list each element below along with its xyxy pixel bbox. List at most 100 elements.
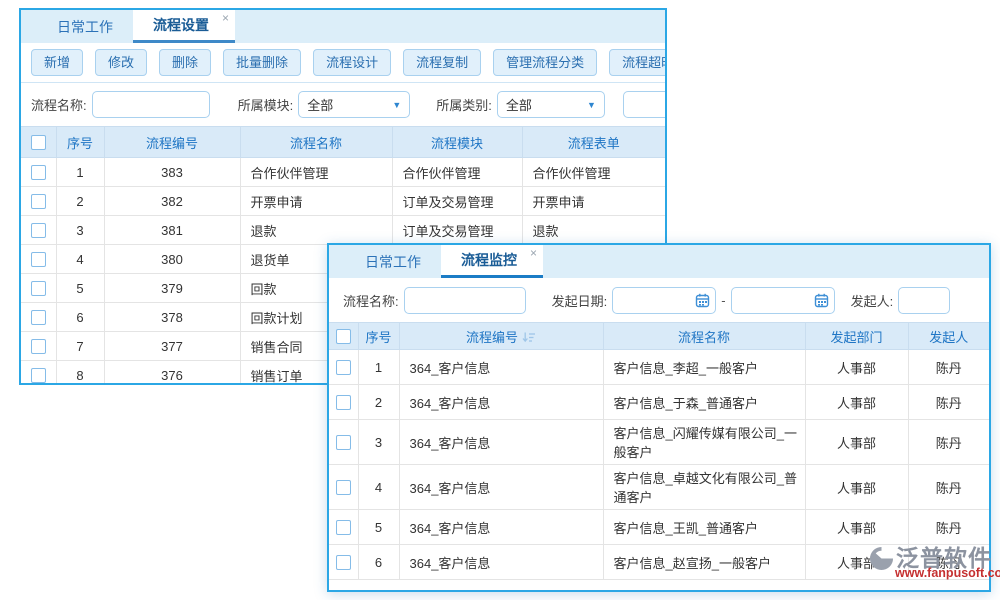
cell-process-name: 开票申请 <box>240 187 392 216</box>
col-process-module: 流程模块 <box>392 127 522 158</box>
col-process-no-label: 流程编号 <box>466 330 518 345</box>
cell-process-no: 364_客户信息 <box>399 420 603 465</box>
row-checkbox[interactable] <box>336 360 351 375</box>
cell-process-name: 客户信息_赵宣扬_一般客户 <box>603 545 805 580</box>
tab-label: 流程设置 <box>153 15 209 35</box>
cell-process-module: 订单及交易管理 <box>392 187 522 216</box>
date-range-separator: - <box>721 293 725 308</box>
cell-init-dept: 人事部 <box>805 350 908 385</box>
row-checkbox[interactable] <box>31 194 46 209</box>
cell-process-no: 379 <box>104 274 240 303</box>
row-checkbox[interactable] <box>336 520 351 535</box>
row-checkbox[interactable] <box>31 281 46 296</box>
batch-delete-button[interactable]: 批量删除 <box>223 49 301 76</box>
col-init-dept: 发起部门 <box>805 323 908 350</box>
tab-daily-work[interactable]: 日常工作 <box>37 10 133 43</box>
chevron-down-icon: ▼ <box>587 100 596 110</box>
col-process-name: 流程名称 <box>603 323 805 350</box>
category-select[interactable]: 全部 ▼ <box>497 91 605 118</box>
row-checkbox[interactable] <box>31 310 46 325</box>
table-row: 3 364_客户信息 客户信息_闪耀传媒有限公司_一般客户 人事部 陈丹 <box>329 420 989 465</box>
row-checkbox[interactable] <box>336 435 351 450</box>
process-name-input[interactable] <box>404 287 526 314</box>
date-from-field[interactable] <box>612 287 716 314</box>
cell-seq: 4 <box>56 245 104 274</box>
row-checkbox[interactable] <box>31 165 46 180</box>
table-row: 2 382 开票申请 订单及交易管理 开票申请 <box>21 187 665 216</box>
row-checkbox[interactable] <box>31 223 46 238</box>
chevron-down-icon: ▼ <box>392 100 401 110</box>
cell-process-no: 376 <box>104 361 240 386</box>
module-select-value: 全部 <box>307 95 333 114</box>
tab-process-settings[interactable]: 流程设置 × <box>133 10 235 43</box>
cell-seq: 3 <box>358 420 399 465</box>
row-checkbox[interactable] <box>31 252 46 267</box>
tab-process-monitor[interactable]: 流程监控 × <box>441 245 543 278</box>
cell-process-no: 364_客户信息 <box>399 510 603 545</box>
select-all-cell <box>329 323 358 350</box>
cell-process-no: 381 <box>104 216 240 245</box>
add-button[interactable]: 新增 <box>31 49 83 76</box>
calendar-icon[interactable] <box>814 293 829 313</box>
cell-process-no: 382 <box>104 187 240 216</box>
cell-initiator: 陈丹 <box>908 350 989 385</box>
col-initiator: 发起人 <box>908 323 989 350</box>
start-date-label: 发起日期: <box>552 291 608 310</box>
table-row: 5 364_客户信息 客户信息_王凯_普通客户 人事部 陈丹 <box>329 510 989 545</box>
cell-process-form: 开票申请 <box>522 187 665 216</box>
category-select-value: 全部 <box>506 95 532 114</box>
row-checkbox[interactable] <box>336 555 351 570</box>
cell-seq: 1 <box>358 350 399 385</box>
cell-process-name: 退款 <box>240 216 392 245</box>
process-name-input[interactable] <box>92 91 210 118</box>
col-process-name: 流程名称 <box>240 127 392 158</box>
watermark-url: www.fanpusoft.com <box>895 567 1000 580</box>
row-checkbox[interactable] <box>31 368 46 383</box>
manage-process-category-button[interactable]: 管理流程分类 <box>493 49 597 76</box>
select-all-checkbox[interactable] <box>31 135 46 150</box>
cell-process-no: 383 <box>104 158 240 187</box>
close-icon[interactable]: × <box>222 12 229 24</box>
process-monitor-window: 日常工作 流程监控 × 流程名称: 发起日期: - 发起人: 序号 流程编号 流… <box>327 243 991 592</box>
date-to-field[interactable] <box>731 287 835 314</box>
tab-label: 流程监控 <box>461 250 517 270</box>
cell-seq: 6 <box>56 303 104 332</box>
col-seq: 序号 <box>358 323 399 350</box>
row-checkbox[interactable] <box>336 395 351 410</box>
tab-daily-work[interactable]: 日常工作 <box>345 245 441 278</box>
cell-seq: 1 <box>56 158 104 187</box>
back-tabbar: 日常工作 流程设置 × <box>21 10 665 43</box>
process-name-label: 流程名称: <box>31 95 87 114</box>
row-checkbox[interactable] <box>31 339 46 354</box>
col-process-no: 流程编号 <box>399 323 603 350</box>
cell-seq: 3 <box>56 216 104 245</box>
cell-process-form: 退款 <box>522 216 665 245</box>
cell-seq: 8 <box>56 361 104 386</box>
cell-initiator: 陈丹 <box>908 385 989 420</box>
initiator-input[interactable] <box>898 287 950 314</box>
calendar-icon[interactable] <box>695 293 710 313</box>
select-all-checkbox[interactable] <box>336 329 351 344</box>
module-label: 所属模块: <box>238 95 294 114</box>
modify-button[interactable]: 修改 <box>95 49 147 76</box>
close-icon[interactable]: × <box>530 247 537 259</box>
process-monitor-table: 序号 流程编号 流程名称 发起部门 发起人 1 364_客户信息 客户信息_李超… <box>329 322 989 580</box>
cell-process-no: 380 <box>104 245 240 274</box>
fanpu-logo-icon <box>869 546 894 571</box>
cell-process-module: 订单及交易管理 <box>392 216 522 245</box>
process-timeout-button[interactable]: 流程超时提 <box>609 49 667 76</box>
category-label: 所属类别: <box>436 95 492 114</box>
module-select[interactable]: 全部 ▼ <box>298 91 410 118</box>
row-checkbox[interactable] <box>336 480 351 495</box>
sort-icon[interactable] <box>522 331 536 346</box>
process-copy-button[interactable]: 流程复制 <box>403 49 481 76</box>
extra-filter-input[interactable] <box>623 91 667 118</box>
cell-process-no: 364_客户信息 <box>399 385 603 420</box>
cell-process-no: 377 <box>104 332 240 361</box>
col-process-no: 流程编号 <box>104 127 240 158</box>
cell-process-no: 378 <box>104 303 240 332</box>
cell-process-name: 客户信息_李超_一般客户 <box>603 350 805 385</box>
cell-seq: 4 <box>358 465 399 510</box>
process-design-button[interactable]: 流程设计 <box>313 49 391 76</box>
delete-button[interactable]: 删除 <box>159 49 211 76</box>
